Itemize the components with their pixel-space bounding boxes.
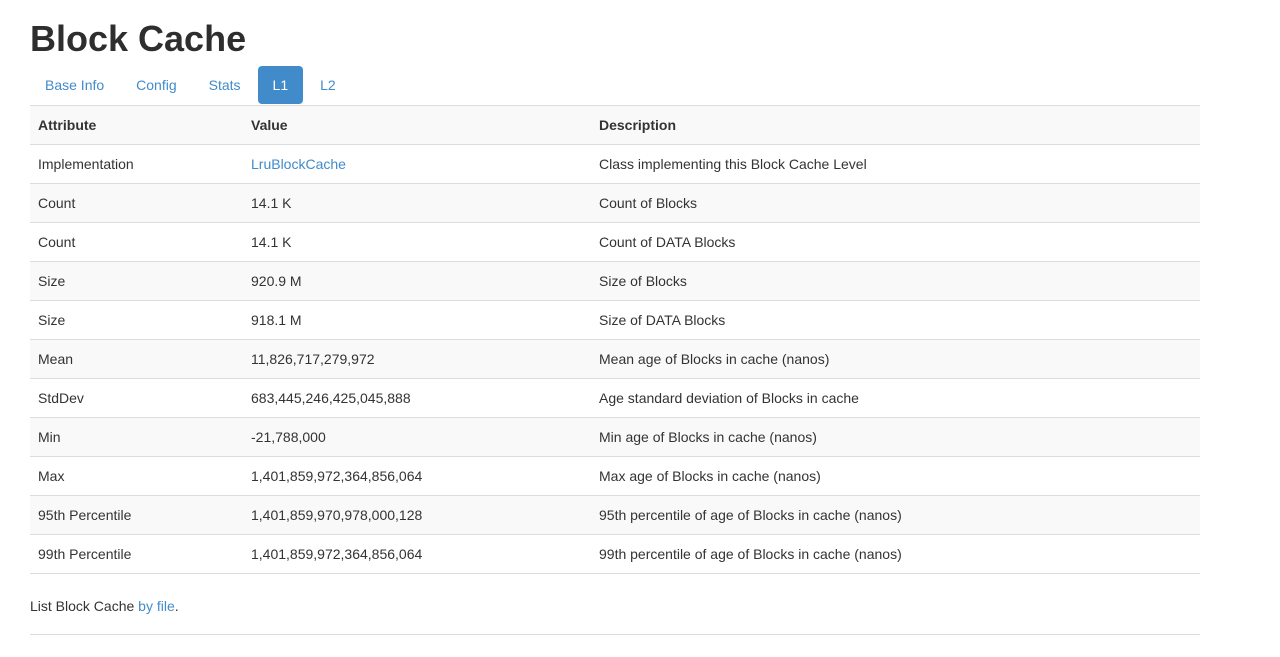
tab-stats[interactable]: Stats: [194, 66, 256, 104]
bottom-divider: [30, 634, 1200, 635]
description-cell: Size of Blocks: [591, 262, 1200, 301]
value-cell: -21,788,000: [243, 418, 591, 457]
attribute-cell: Implementation: [30, 145, 243, 184]
table-row: Count14.1 KCount of Blocks: [30, 184, 1200, 223]
attribute-cell: 99th Percentile: [30, 535, 243, 574]
description-cell: Age standard deviation of Blocks in cach…: [591, 379, 1200, 418]
tab-item-l1: L1: [258, 66, 304, 104]
column-header-value: Value: [243, 106, 591, 145]
description-cell: Min age of Blocks in cache (nanos): [591, 418, 1200, 457]
attribute-cell: Max: [30, 457, 243, 496]
description-cell: Count of DATA Blocks: [591, 223, 1200, 262]
value-cell: 14.1 K: [243, 223, 591, 262]
value-cell: 918.1 M: [243, 301, 591, 340]
description-cell: 95th percentile of age of Blocks in cach…: [591, 496, 1200, 535]
attribute-cell: StdDev: [30, 379, 243, 418]
tab-l1[interactable]: L1: [258, 66, 304, 104]
table-row: Mean11,826,717,279,972Mean age of Blocks…: [30, 340, 1200, 379]
value-cell: LruBlockCache: [243, 145, 591, 184]
table-row: Count14.1 KCount of DATA Blocks: [30, 223, 1200, 262]
tab-item-config: Config: [121, 66, 191, 104]
attribute-cell: Mean: [30, 340, 243, 379]
table-row: StdDev683,445,246,425,045,888Age standar…: [30, 379, 1200, 418]
table-row: 95th Percentile1,401,859,970,978,000,128…: [30, 496, 1200, 535]
value-cell: 14.1 K: [243, 184, 591, 223]
description-cell: Max age of Blocks in cache (nanos): [591, 457, 1200, 496]
table-row: 99th Percentile1,401,859,972,364,856,064…: [30, 535, 1200, 574]
description-cell: Count of Blocks: [591, 184, 1200, 223]
page: Block Cache Base InfoConfigStatsL1L2 Att…: [0, 0, 1280, 657]
table-row: Implementation LruBlockCache Class impleme…: [30, 145, 1200, 184]
tab-item-stats: Stats: [194, 66, 256, 104]
value-cell: 11,826,717,279,972: [243, 340, 591, 379]
block-cache-tabs: Base InfoConfigStatsL1L2: [30, 66, 1200, 104]
content-container: Block Cache Base InfoConfigStatsL1L2 Att…: [30, 20, 1200, 635]
value-cell: 920.9 M: [243, 262, 591, 301]
by-file-link[interactable]: by file: [138, 598, 175, 614]
value-link[interactable]: LruBlockCache: [251, 156, 346, 172]
description-cell: Size of DATA Blocks: [591, 301, 1200, 340]
description-cell: Class implementing this Block Cache Leve…: [591, 145, 1200, 184]
attribute-cell: Count: [30, 223, 243, 262]
tab-item-base-info: Base Info: [30, 66, 119, 104]
value-cell: 1,401,859,970,978,000,128: [243, 496, 591, 535]
tab-config[interactable]: Config: [121, 66, 191, 104]
attribute-cell: Size: [30, 301, 243, 340]
attribute-cell: Min: [30, 418, 243, 457]
table-row: Min-21,788,000Min age of Blocks in cache…: [30, 418, 1200, 457]
value-cell: 683,445,246,425,045,888: [243, 379, 591, 418]
tab-l2[interactable]: L2: [305, 66, 351, 104]
table-row: Size920.9 MSize of Blocks: [30, 262, 1200, 301]
table-header-row: AttributeValueDescription: [30, 106, 1200, 145]
value-cell: 1,401,859,972,364,856,064: [243, 535, 591, 574]
tab-base-info[interactable]: Base Info: [30, 66, 119, 104]
footer-note: List Block Cache by file.: [30, 596, 1200, 616]
attribute-cell: Count: [30, 184, 243, 223]
table-row: Max1,401,859,972,364,856,064Max age of B…: [30, 457, 1200, 496]
block-cache-stats-table: AttributeValueDescription Implementation…: [30, 105, 1200, 574]
attribute-cell: Size: [30, 262, 243, 301]
table-row: Size918.1 MSize of DATA Blocks: [30, 301, 1200, 340]
column-header-description: Description: [591, 106, 1200, 145]
description-cell: 99th percentile of age of Blocks in cach…: [591, 535, 1200, 574]
tab-item-l2: L2: [305, 66, 351, 104]
description-cell: Mean age of Blocks in cache (nanos): [591, 340, 1200, 379]
page-title: Block Cache: [30, 20, 1200, 58]
value-cell: 1,401,859,972,364,856,064: [243, 457, 591, 496]
footer-note-suffix: .: [175, 598, 179, 614]
column-header-attribute: Attribute: [30, 106, 243, 145]
footer-note-prefix: List Block Cache: [30, 598, 138, 614]
attribute-cell: 95th Percentile: [30, 496, 243, 535]
